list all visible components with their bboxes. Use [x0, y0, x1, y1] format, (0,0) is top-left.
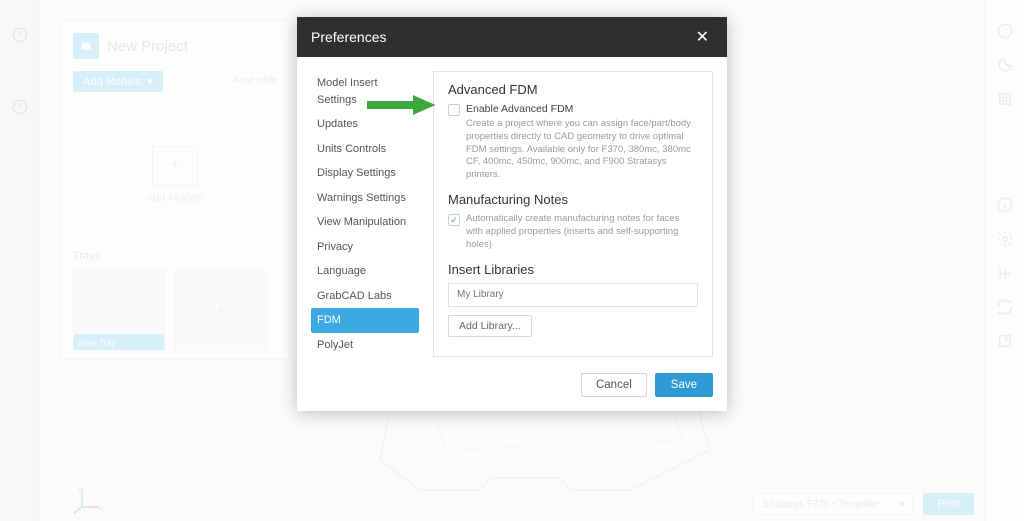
nav-units[interactable]: Units Controls — [311, 137, 419, 162]
nav-privacy[interactable]: Privacy — [311, 235, 419, 260]
preferences-dialog: Preferences ✕ Model Insert Settings Upda… — [297, 17, 727, 411]
auto-notes-checkbox[interactable]: ✓ — [448, 214, 460, 226]
dialog-footer: Cancel Save — [297, 365, 727, 411]
auto-notes-label: Automatically create manufacturing notes… — [466, 213, 698, 251]
project-panel: New Project Add Models ▾ Assemble Add Mo… — [60, 20, 290, 360]
drop-label: Add Models — [146, 192, 204, 204]
nav-warnings[interactable]: Warnings Settings — [311, 186, 419, 211]
save-button[interactable]: Save — [655, 373, 713, 397]
add-library-button[interactable]: Add Library... — [448, 315, 532, 337]
nav-labs[interactable]: GrabCAD Labs — [311, 284, 419, 309]
left-sidebar — [0, 0, 40, 521]
add-models-label: Add Models — [83, 76, 141, 88]
section-manufacturing-title: Manufacturing Notes — [448, 192, 698, 207]
gear-icon — [994, 228, 1016, 250]
close-icon[interactable]: ✕ — [692, 27, 713, 47]
right-sidebar — [984, 0, 1024, 521]
printer-select[interactable]: Stratasys F370 • Template ▾ — [753, 493, 913, 515]
enable-advanced-fdm-checkbox[interactable] — [448, 104, 460, 116]
chevron-down-icon: ▾ — [899, 499, 904, 510]
cloud-icon — [994, 20, 1016, 42]
preferences-content: Advanced FDM Enable Advanced FDM Create … — [433, 71, 713, 357]
tray-active[interactable]: New Tray — [73, 270, 165, 350]
section-advanced-fdm-title: Advanced FDM — [448, 82, 698, 97]
tray-active-name: New Tray — [78, 338, 116, 348]
history-icon — [9, 96, 31, 118]
preferences-nav: Model Insert Settings Updates Units Cont… — [311, 71, 419, 357]
svg-text:x: x — [98, 506, 101, 512]
trays-label: Trays — [73, 250, 277, 262]
grid-icon — [994, 88, 1016, 110]
enable-advanced-fdm-label: Enable Advanced FDM — [466, 103, 573, 115]
nav-updates[interactable]: Updates — [311, 112, 419, 137]
chevron-down-icon: ▾ — [147, 75, 153, 88]
enable-advanced-fdm-desc: Create a project where you can assign fa… — [466, 118, 698, 182]
dialog-title: Preferences — [311, 29, 386, 45]
project-icon — [73, 33, 99, 59]
assemble-link[interactable]: Assemble — [233, 75, 277, 86]
drop-zone[interactable]: Add Models — [73, 120, 277, 230]
project-title: New Project — [107, 38, 188, 55]
tray-add[interactable] — [175, 270, 267, 350]
nav-language[interactable]: Language — [311, 259, 419, 284]
library-name-input[interactable] — [448, 283, 698, 307]
dialog-header: Preferences ✕ — [297, 17, 727, 57]
print-button[interactable]: Print — [923, 493, 974, 515]
nav-display[interactable]: Display Settings — [311, 161, 419, 186]
expand-icon — [994, 330, 1016, 352]
bottom-bar: Stratasys F370 • Template ▾ Print — [40, 487, 984, 521]
layers-icon — [994, 262, 1016, 284]
clock-icon — [9, 24, 31, 46]
nav-model-insert[interactable]: Model Insert Settings — [311, 71, 419, 112]
moon-icon — [994, 54, 1016, 76]
printer-label: Stratasys F370 • Template — [762, 499, 879, 510]
nav-view[interactable]: View Manipulation — [311, 210, 419, 235]
drop-plus-icon — [152, 146, 198, 186]
info-icon — [994, 194, 1016, 216]
cancel-button[interactable]: Cancel — [581, 373, 647, 397]
section-libraries-title: Insert Libraries — [448, 262, 698, 277]
axis-gizmo: x z — [72, 485, 102, 515]
nav-polyjet[interactable]: PolyJet — [311, 333, 419, 358]
refresh-icon — [994, 296, 1016, 318]
svg-text:z: z — [78, 487, 81, 493]
add-models-button[interactable]: Add Models ▾ — [73, 71, 163, 92]
nav-fdm[interactable]: FDM — [311, 308, 419, 333]
